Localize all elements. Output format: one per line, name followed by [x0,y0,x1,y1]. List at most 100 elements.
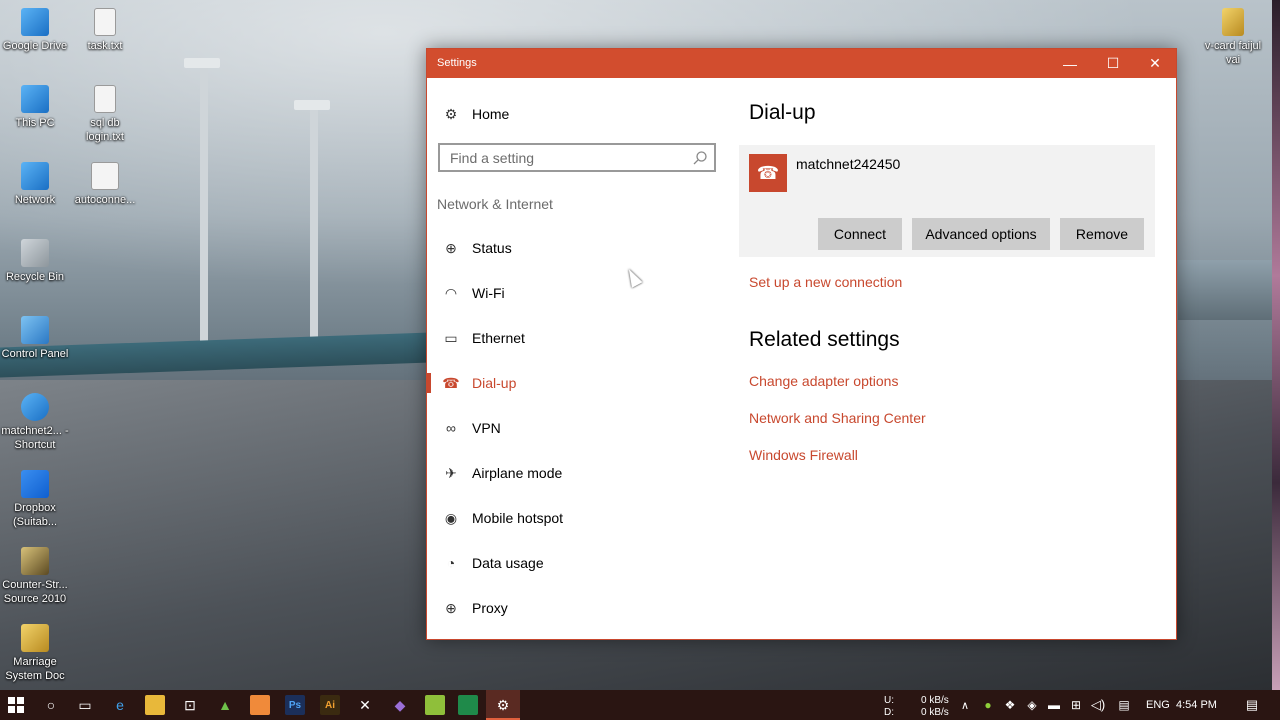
change-adapter-options-link[interactable]: Change adapter options [749,373,898,389]
close-button[interactable]: ✕ [1133,49,1177,78]
settings-gear-icon[interactable]: ⚙ [493,695,513,715]
desktop-icon-label: sql db login.txt [86,117,124,143]
connection-card[interactable]: ☎ matchnet242450 Connect Advanced option… [739,145,1155,257]
dropbox-icon [21,470,49,498]
tray-upload-speed: 0 kB/s [921,695,949,706]
desktop-icon-matchnet-shortcut[interactable]: matchnet2... - Shortcut [0,393,70,452]
text-file-icon [94,8,116,36]
app-icon[interactable] [250,695,270,715]
desktop-icon-task-txt[interactable]: task.txt [70,8,140,53]
nav-item-mobile-hotspot[interactable]: ◉ Mobile hotspot [441,507,563,529]
desktop-icon-v-card[interactable]: v-card faijul vai [1198,8,1268,67]
control-panel-icon [21,316,49,344]
nav-home[interactable]: ⚙ Home [441,104,510,124]
window-title: Settings [437,57,477,69]
tray-drive-label: D: [884,707,894,718]
shortcut-icon [21,393,49,421]
minimize-button[interactable]: — [1048,49,1092,78]
app-icon[interactable] [458,695,478,715]
nav-item-airplane-mode[interactable]: ✈ Airplane mode [441,462,562,484]
store-icon[interactable]: ⊡ [180,695,200,715]
desktop-icon-google-drive[interactable]: Google Drive [0,8,70,53]
network-sharing-center-link[interactable]: Network and Sharing Center [749,410,926,426]
desktop-icon-autoconnect[interactable]: autoconne... [70,162,140,207]
app-icon[interactable] [425,695,445,715]
cortana-search-icon[interactable]: ○ [41,695,61,715]
app-icon[interactable]: ✕ [355,695,375,715]
desktop-icon-label: Google Drive [2,40,68,52]
volume-icon[interactable]: ◁) [1088,695,1108,715]
clock[interactable]: 4:54 PM [1176,699,1217,711]
active-indicator [427,373,431,393]
visual-studio-icon[interactable]: ◆ [390,695,410,715]
related-settings-title: Related settings [749,328,900,351]
photoshop-icon[interactable]: Ps [285,695,305,715]
nav-item-vpn[interactable]: ∞ VPN [441,417,501,439]
advanced-options-button[interactable]: Advanced options [912,218,1050,250]
nav-item-label: Dial-up [472,375,517,391]
desktop-icon-sql-db-login[interactable]: sql db login.txt [70,85,140,144]
desktop-icon-label: Recycle Bin [5,271,65,283]
wallpaper-edge-strip [1272,0,1280,690]
desktop-icon-label: Counter-Str... Source 2010 [2,579,68,605]
desktop-icon-network[interactable]: Network [0,162,70,207]
wifi-icon: ◠ [444,284,458,301]
desktop-icon-recycle-bin[interactable]: Recycle Bin [0,239,70,284]
file-explorer-icon[interactable] [145,695,165,715]
this-pc-icon [21,85,49,113]
edge-icon[interactable]: e [110,695,130,715]
connect-button[interactable]: Connect [818,218,902,250]
windows-firewall-link[interactable]: Windows Firewall [749,447,858,463]
dropbox-tray-icon[interactable]: ❖ [1000,695,1020,715]
desktop-icon-label: Marriage System Doc [5,656,65,682]
desktop-icon-counter-strike[interactable]: Counter-Str... Source 2010 [0,547,70,606]
nav-item-wifi[interactable]: ◠ Wi-Fi [441,282,505,304]
search-placeholder: Find a setting [450,150,535,166]
file-icon [91,162,119,190]
desktop-icon-dropbox[interactable]: Dropbox (Suitab... [0,470,70,529]
maximize-button[interactable]: ☐ [1091,49,1135,78]
nav-item-label: Airplane mode [472,465,563,481]
dial-up-phone-icon: ☎ [749,154,787,192]
desktop-icon-label: v-card faijul vai [1204,40,1262,66]
search-input[interactable]: Find a setting [438,143,716,172]
zip-icon [21,624,49,652]
start-button[interactable] [6,695,26,715]
wallpaper-light-pole [200,60,208,360]
chevron-up-icon[interactable]: ∧ [955,695,975,715]
wallpaper-floodlight [294,100,330,110]
task-view-icon[interactable]: ▭ [75,695,95,715]
remove-button[interactable]: Remove [1060,218,1144,250]
nav-item-data-usage[interactable]: ◔ Data usage [441,552,544,574]
title-bar[interactable]: Settings — ☐ ✕ [427,49,1176,78]
network-tray-icon[interactable]: ⊞ [1066,695,1086,715]
nav-item-ethernet[interactable]: ▭ Ethernet [441,327,525,349]
wallpaper-light-pole [310,105,318,345]
game-icon [21,547,49,575]
nav-item-status[interactable]: ⊕ Status [441,237,512,259]
tray-app-icon[interactable]: ▬ [1044,695,1064,715]
desktop-icon-label: Control Panel [1,348,69,360]
language-indicator[interactable]: ENG [1146,699,1170,711]
setup-new-connection-link[interactable]: Set up a new connection [749,274,902,290]
wallpaper-guardrail-right [1178,260,1280,320]
desktop-icon-label: autoconne... [74,194,136,206]
desktop-icon-control-panel[interactable]: Control Panel [0,316,70,361]
tray-app-icon[interactable]: ◈ [1022,695,1042,715]
connection-name: matchnet242450 [796,156,901,172]
action-center-icon[interactable]: ▤ [1242,695,1262,715]
nav-item-dial-up[interactable]: ☎ Dial-up [441,372,516,394]
desktop-icon-label: This PC [15,117,55,129]
keyboard-icon[interactable]: ▤ [1114,695,1134,715]
proxy-icon: ⊕ [445,599,457,616]
nav-item-proxy[interactable]: ⊕ Proxy [441,597,508,619]
recycle-bin-icon [21,239,49,267]
tray-app-icon[interactable]: ● [978,695,998,715]
desktop-icon-this-pc[interactable]: This PC [0,85,70,130]
settings-content: Dial-up ☎ matchnet242450 Connect Advance… [727,78,1176,640]
app-icon[interactable]: ▲ [215,695,235,715]
tray-drive-label: U: [884,695,894,706]
desktop-icon-marriage-system-doc[interactable]: Marriage System Doc [0,624,70,683]
search-icon [693,151,707,165]
illustrator-icon[interactable]: Ai [320,695,340,715]
